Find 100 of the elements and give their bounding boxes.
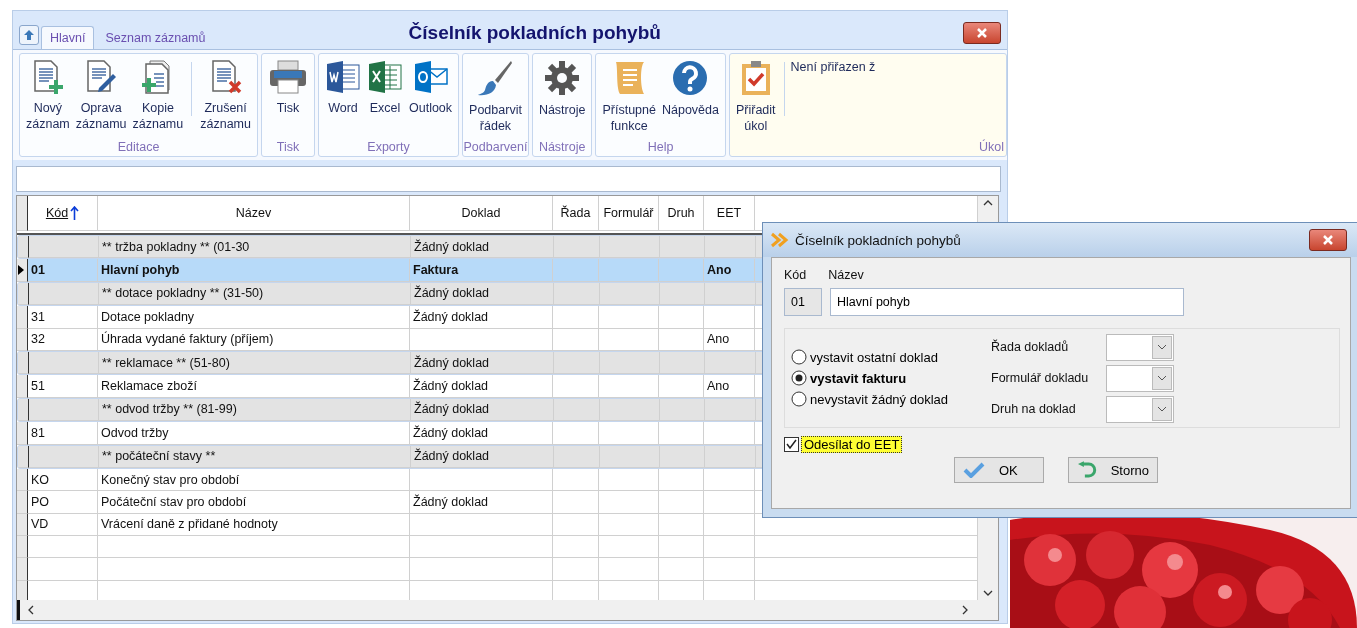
empty-cell [659,558,704,581]
radio-button[interactable] [791,349,807,365]
row-header[interactable] [17,468,28,492]
ribbon-button[interactable]: Nový záznam [24,54,72,140]
table-cell: Žádný doklad [414,449,490,464]
tab[interactable]: Seznam záznamů [96,26,215,49]
printer-icon [268,60,308,94]
table-cell: VD [31,517,49,532]
row-header[interactable] [17,491,28,514]
column-header[interactable]: Kód [28,196,98,231]
group-label: Úkol [978,140,1005,156]
scroll-right-icon[interactable] [962,605,968,615]
column-header[interactable]: Formulář [599,196,659,231]
name-field[interactable]: Hlavní pohyb [830,288,1184,316]
cancel-button[interactable]: Storno [1068,457,1158,483]
table-cell: Faktura [413,263,459,278]
word-icon [325,60,361,94]
column-header[interactable]: EET [704,196,755,231]
row-header[interactable] [18,445,29,468]
excel-icon [367,60,403,94]
row-header[interactable] [17,375,28,398]
empty-cell [704,536,755,559]
close-button[interactable] [963,22,1001,44]
paintbrush-icon [477,60,514,96]
table-cell: Ano [707,379,730,394]
row-header[interactable] [17,422,28,445]
ribbon-button[interactable]: Nápověda [659,54,721,140]
ribbon-button[interactable]: Přístupné funkce [600,54,658,140]
clipboard-check-icon [739,60,772,96]
table-cell: 51 [31,379,45,394]
group-label: Editace [116,140,161,156]
ribbon-button[interactable]: Oprava záznamu [73,54,129,140]
column-header[interactable]: Druh [659,196,704,231]
tab[interactable]: Hlavní [41,26,95,49]
group-label: Exporty [366,140,411,156]
table-cell: Dotace pokladny [101,309,195,324]
scroll-down-icon[interactable] [983,590,993,596]
group-label: Tisk [275,140,301,156]
table-cell: Konečný stav pro období [101,472,240,487]
close-button[interactable] [1309,229,1347,251]
task-note: Není přiřazen ž [790,59,876,76]
empty-cell [599,536,659,559]
table-cell: Odvod tržby [101,425,169,440]
combo-label: Formulář dokladu [991,371,1090,385]
row-header[interactable] [18,351,29,375]
group-label: Podbarvení [463,140,528,156]
home-icon [23,29,35,41]
table-cell: Žádný doklad [414,239,490,254]
horizontal-scrollbar[interactable] [17,600,998,620]
close-icon [1322,235,1334,245]
empty-cell [704,558,755,581]
empty-cell [553,558,599,581]
ribbon-button[interactable]: Outlook [407,54,455,140]
table-cell: Počáteční stav pro období [101,495,247,509]
column-header[interactable]: Řada [553,196,599,231]
checkbox[interactable] [784,437,799,452]
table-cell: Žádný doklad [413,379,489,394]
empty-cell [599,558,659,581]
code-field[interactable]: 01 [784,288,822,316]
radio-button[interactable] [791,391,807,407]
column-header[interactable]: Doklad [410,196,553,231]
row-header[interactable] [17,328,28,351]
checkmark-icon [963,462,985,478]
row-header [17,558,28,581]
row-header[interactable] [18,282,29,306]
scroll-left-icon[interactable] [28,605,34,615]
ribbon-button[interactable]: Tisk [266,54,310,140]
ribbon-button[interactable]: Zrušení záznamu [198,54,253,140]
row-header [17,196,28,231]
row-header[interactable] [17,306,28,329]
ribbon-button[interactable]: Nástroje [536,54,588,140]
row-header[interactable] [18,236,29,259]
help-icon [672,60,709,96]
double-chevron-icon [771,232,789,248]
ribbon-button[interactable]: Kopie záznamu [130,54,186,140]
table-cell: ** dotace pokladny ** (31-50) [102,286,264,301]
ribbon-button[interactable]: Word [323,54,363,140]
dropdown-icon[interactable] [1157,375,1167,381]
dropdown-icon[interactable] [1157,406,1167,412]
table-cell: 81 [31,425,45,440]
row-header[interactable] [18,398,29,422]
home-button[interactable] [19,25,39,45]
filter-field[interactable] [16,166,1001,192]
dropdown-icon[interactable] [1157,344,1167,350]
ribbon-button[interactable]: Přiřadit úkol [733,54,778,140]
table-cell: ** tržba pokladny ** (01-30 [102,239,250,254]
row-header[interactable] [17,513,28,537]
ribbon-button[interactable]: Excel [365,54,405,140]
row-header [17,580,28,600]
scroll-up-icon[interactable] [983,200,993,206]
ribbon-button[interactable]: Podbarvit řádek [467,54,524,140]
field-label: Název [828,268,864,282]
table-cell: Hlavní pohyb [101,263,180,278]
column-header[interactable]: Název [98,196,410,231]
radio-button[interactable] [791,370,807,386]
new-document-icon [31,60,64,94]
table-cell: 32 [31,332,45,347]
row-header[interactable] [17,259,28,282]
ok-button[interactable]: OK [954,457,1044,483]
current-row-icon [17,264,25,277]
